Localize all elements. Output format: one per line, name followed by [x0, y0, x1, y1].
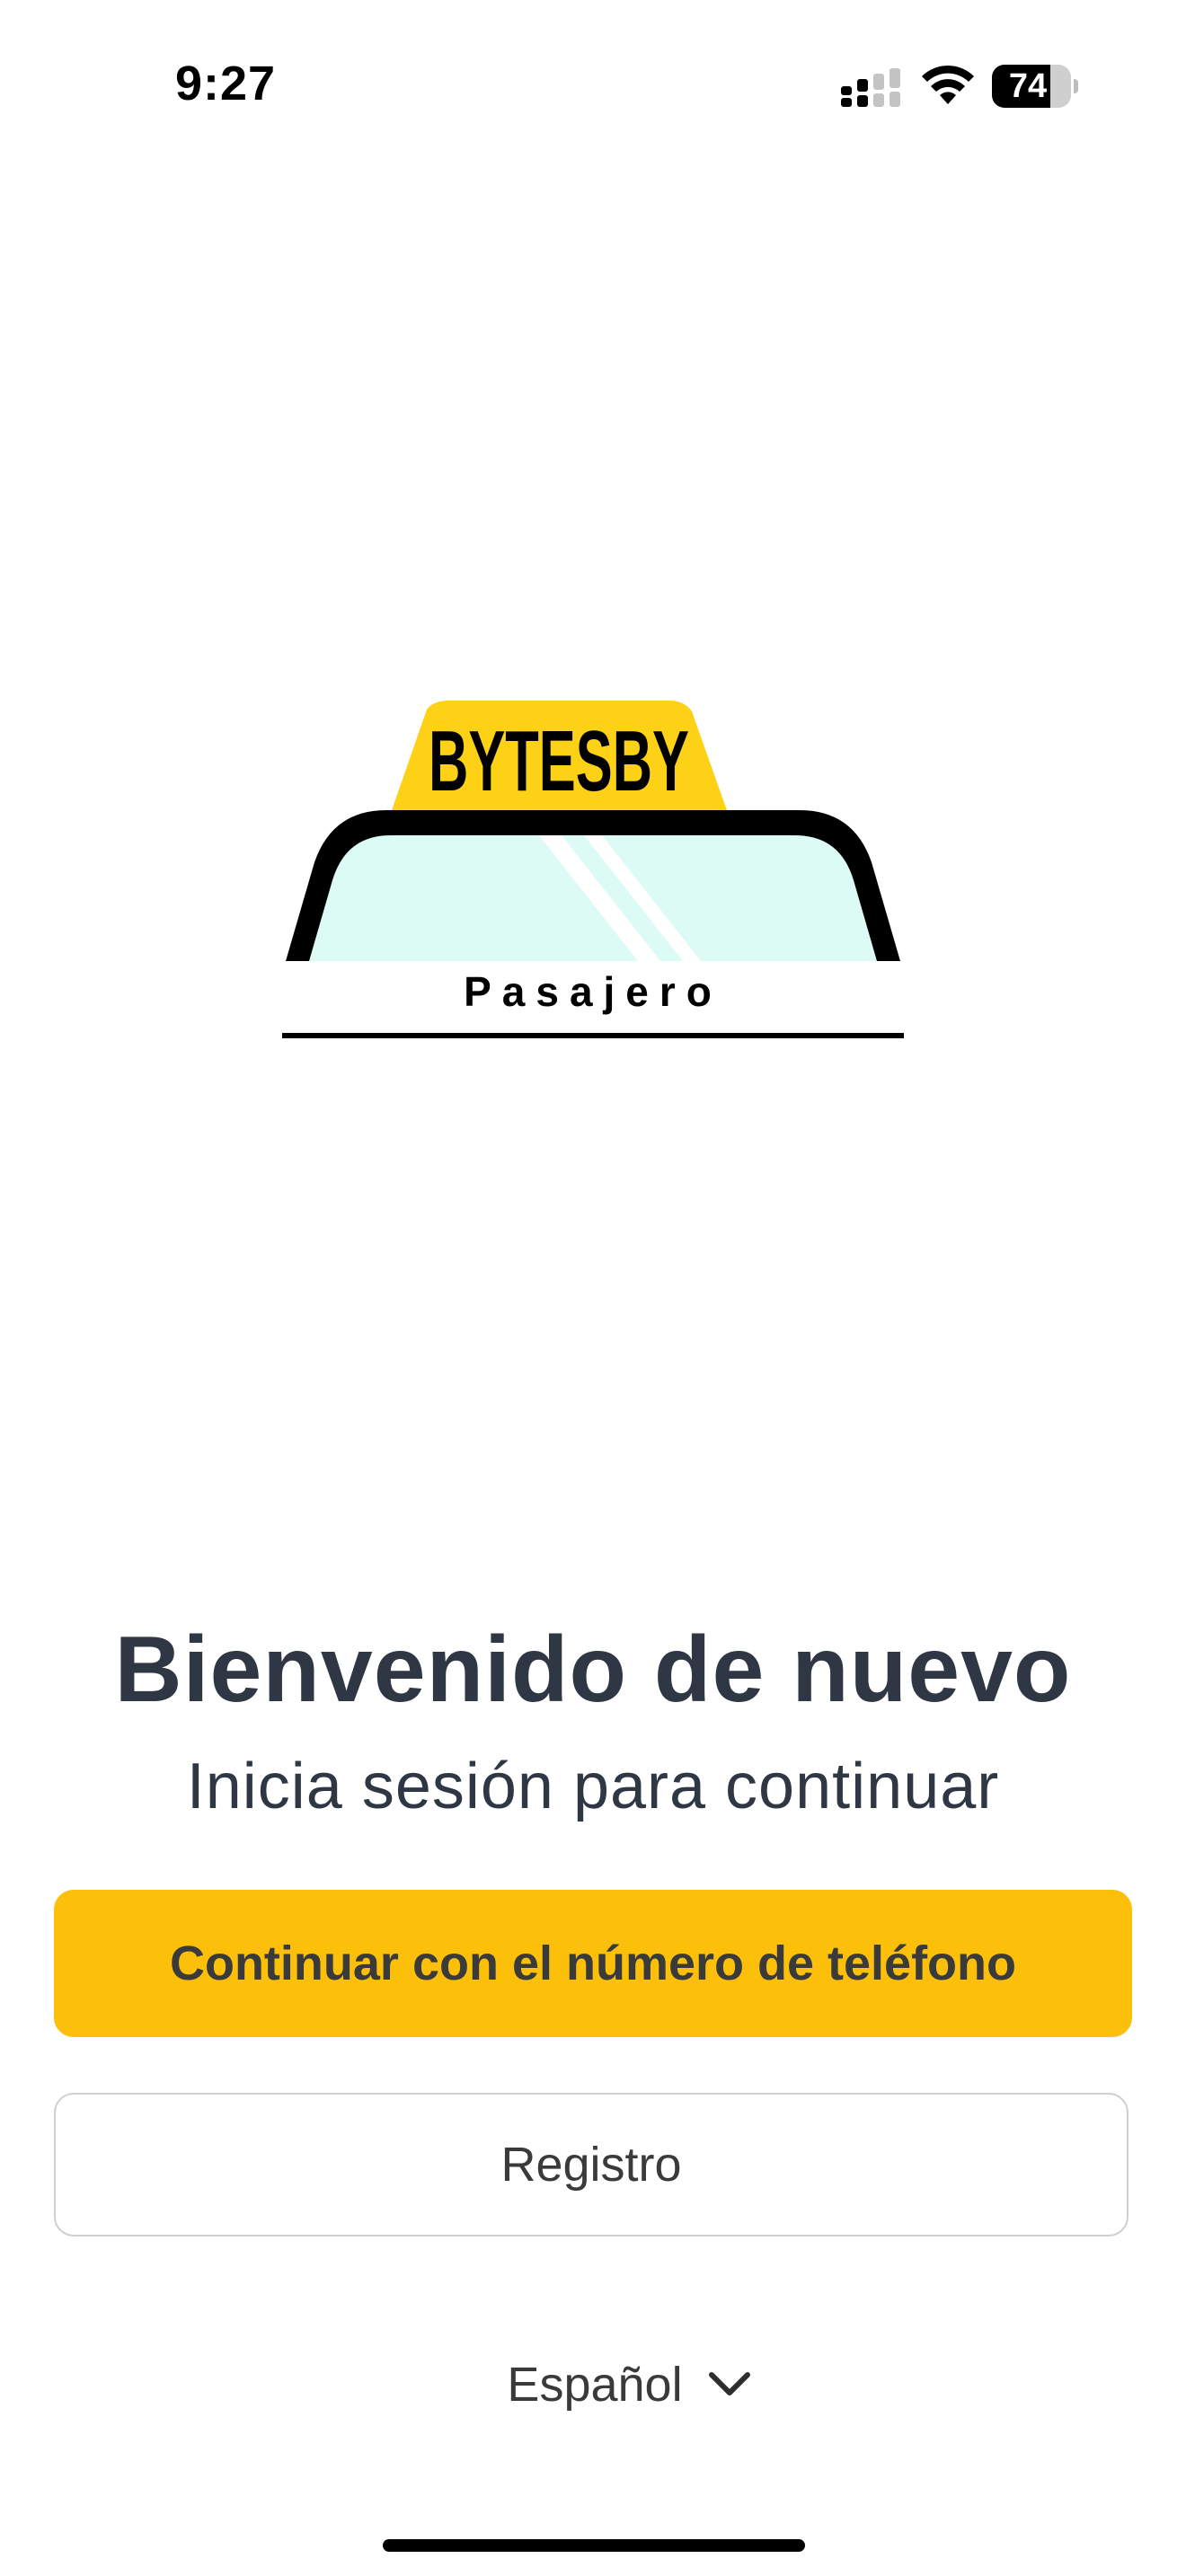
battery-icon: 74	[992, 65, 1078, 108]
cellular-signal-icon	[841, 68, 900, 107]
battery-level: 74	[1008, 67, 1048, 105]
continue-with-phone-button[interactable]: Continuar con el número de teléfono	[54, 1890, 1132, 2037]
wifi-icon	[922, 65, 974, 104]
status-bar: 9:27 74	[0, 0, 1186, 171]
register-button[interactable]: Registro	[54, 2093, 1128, 2236]
logo-subtitle-text: Pasajero	[464, 968, 722, 1015]
register-label: Registro	[500, 2138, 682, 2192]
logo-brand-text: BYTESBY	[429, 713, 689, 809]
welcome-title: Bienvenido de nuevo	[114, 1618, 1072, 1722]
bytesby-logo: BYTESBY Pasajero	[279, 701, 907, 1038]
home-indicator[interactable]	[383, 2539, 805, 2552]
continue-with-phone-label: Continuar con el número de teléfono	[169, 1936, 1017, 1990]
language-label: Español	[507, 2358, 683, 2412]
login-screen: 9:27 74 BYTESBY Pasajero Bienvenido de n…	[0, 0, 1186, 2576]
chevron-down-icon	[708, 2372, 750, 2395]
language-selector[interactable]: Español	[485, 2344, 773, 2425]
status-time: 9:27	[175, 57, 277, 110]
welcome-subtitle: Inicia sesión para continuar	[186, 1751, 1000, 1822]
